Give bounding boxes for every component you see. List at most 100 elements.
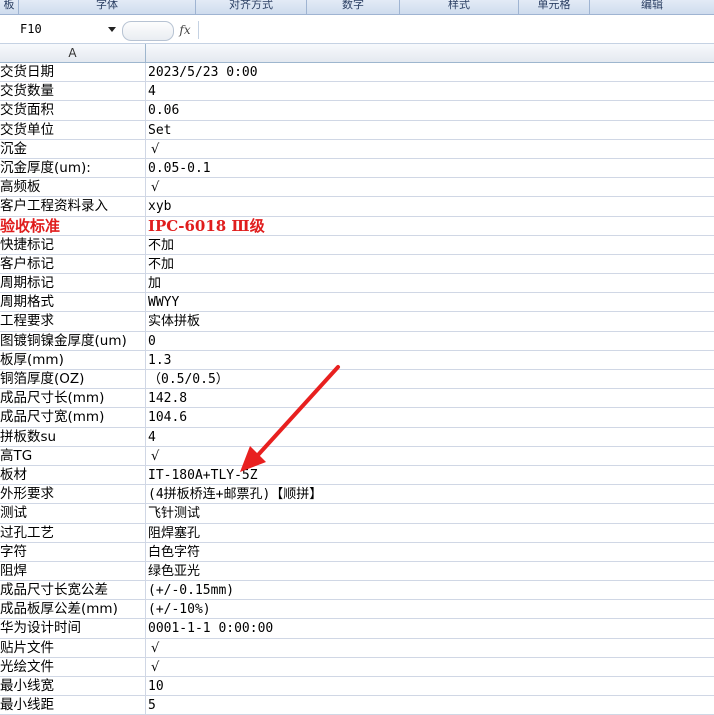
column-header-a[interactable]: A	[0, 44, 146, 62]
table-row: 验收标准 IPC-6018 Ⅲ级	[0, 216, 714, 236]
ribbon-group-strip: 板 字体 对齐方式 数字 样式 单元格 编辑	[0, 0, 714, 15]
label-cell[interactable]: 周期格式	[0, 293, 146, 313]
label-cell[interactable]: 成品尺寸长宽公差	[0, 581, 146, 601]
label-cell[interactable]: 客户工程资料录入	[0, 197, 146, 217]
value-cell[interactable]: xyb	[148, 197, 714, 216]
checkmark-cell[interactable]: √	[148, 140, 714, 159]
value-cell[interactable]: 加	[148, 274, 714, 293]
value-cell[interactable]: (4拼板桥连+邮票孔)【顺拼】	[148, 485, 714, 504]
table-row: 光绘文件 √	[0, 657, 714, 677]
value-cell[interactable]: 4	[148, 428, 714, 447]
value-cell[interactable]: 白色字符	[148, 543, 714, 562]
ribbon-group-number[interactable]: 数字	[307, 0, 400, 14]
label-cell[interactable]: 铜箔厚度(OZ)	[0, 370, 146, 389]
label-cell[interactable]: 高TG	[0, 446, 146, 466]
value-cell[interactable]: 0	[148, 332, 714, 351]
value-cell[interactable]: 104.6	[148, 408, 714, 427]
table-row: 贴片文件 √	[0, 638, 714, 658]
value-cell[interactable]: 142.8	[148, 389, 714, 408]
label-cell[interactable]: 拼板数su	[0, 427, 146, 447]
ribbon-group-clipboard[interactable]: 板	[0, 0, 19, 14]
ribbon-group-font[interactable]: 字体	[19, 0, 196, 14]
value-cell[interactable]: 绿色亚光	[148, 562, 714, 581]
value-cell[interactable]: 2023/5/23 0:00	[148, 63, 714, 82]
label-cell[interactable]: 沉金	[0, 139, 146, 159]
label-cell[interactable]: 光绘文件	[0, 657, 146, 677]
label-cell[interactable]: 贴片文件	[0, 638, 146, 658]
value-cell[interactable]: WWYY	[148, 293, 714, 312]
label-cell[interactable]: 交货面积	[0, 101, 146, 121]
label-cell[interactable]: 最小线距	[0, 696, 146, 715]
label-cell[interactable]: 图镀铜镍金厚度(um)	[0, 331, 146, 351]
table-row: 成品尺寸长宽公差 (+/-0.15mm)	[0, 581, 714, 601]
checkmark-cell[interactable]: √	[148, 658, 714, 677]
label-cell-highlight[interactable]: 验收标准	[0, 216, 146, 236]
label-cell[interactable]: 外形要求	[0, 485, 146, 505]
table-row: 交货日期 2023/5/23 0:00	[0, 63, 714, 83]
table-row: 铜箔厚度(OZ) （0.5/0.5）	[0, 370, 714, 390]
table-row: 测试 飞针测试	[0, 504, 714, 524]
value-cell-highlight[interactable]: IPC-6018 Ⅲ级	[148, 217, 714, 236]
ribbon-group-editing[interactable]: 编辑	[590, 0, 714, 14]
checkmark-cell[interactable]: √	[148, 178, 714, 197]
label-cell[interactable]: 过孔工艺	[0, 523, 146, 543]
label-cell[interactable]: 测试	[0, 504, 146, 524]
label-cell[interactable]: 成品尺寸宽(mm)	[0, 408, 146, 428]
value-cell[interactable]: Set	[148, 121, 714, 140]
value-cell[interactable]: 飞针测试	[148, 504, 714, 523]
ribbon-group-alignment[interactable]: 对齐方式	[196, 0, 307, 14]
label-cell[interactable]: 交货数量	[0, 82, 146, 102]
value-cell[interactable]: 不加	[148, 255, 714, 274]
value-cell[interactable]: (+/-10%)	[148, 600, 714, 619]
value-cell[interactable]: 5	[148, 696, 714, 715]
insert-function-icon[interactable]: fx	[172, 21, 199, 39]
ribbon-group-styles[interactable]: 样式	[400, 0, 519, 14]
value-cell[interactable]: 不加	[148, 236, 714, 255]
label-cell[interactable]: 板材	[0, 465, 146, 485]
formula-bar: F10 fx	[0, 15, 714, 44]
value-cell[interactable]: （0.5/0.5）	[148, 370, 714, 389]
name-box[interactable]: F10	[0, 19, 118, 39]
table-row: 板厚(mm) 1.3	[0, 350, 714, 370]
value-cell[interactable]: 0.05-0.1	[148, 159, 714, 178]
label-cell[interactable]: 成品尺寸长(mm)	[0, 389, 146, 409]
table-row: 周期格式 WWYY	[0, 293, 714, 313]
table-row: 拼板数su 4	[0, 427, 714, 447]
label-cell[interactable]: 高频板	[0, 178, 146, 198]
checkmark-cell[interactable]: √	[148, 447, 714, 466]
value-cell[interactable]: 10	[148, 677, 714, 696]
label-cell[interactable]: 工程要求	[0, 312, 146, 332]
value-cell[interactable]: IT-180A+TLY-5Z	[148, 466, 714, 485]
table-row: 过孔工艺 阻焊塞孔	[0, 523, 714, 543]
table-row: 交货数量 4	[0, 82, 714, 102]
checkmark-cell[interactable]: √	[148, 639, 714, 658]
value-cell[interactable]: 0.06	[148, 101, 714, 120]
label-cell[interactable]: 字符	[0, 542, 146, 562]
value-cell[interactable]: (+/-0.15mm)	[148, 581, 714, 600]
label-cell[interactable]: 交货日期	[0, 63, 146, 82]
formula-input[interactable]	[199, 19, 714, 39]
table-row: 最小线距 5	[0, 696, 714, 715]
chevron-down-icon[interactable]	[108, 27, 116, 32]
label-cell[interactable]: 成品板厚公差(mm)	[0, 600, 146, 620]
label-cell[interactable]: 沉金厚度(um):	[0, 158, 146, 178]
column-header-b[interactable]	[146, 44, 714, 62]
value-cell[interactable]: 0001-1-1 0:00:00	[148, 619, 714, 638]
value-cell[interactable]: 阻焊塞孔	[148, 524, 714, 543]
label-cell[interactable]: 客户标记	[0, 254, 146, 274]
table-row: 成品尺寸宽(mm) 104.6	[0, 408, 714, 428]
value-cell[interactable]: 实体拼板	[148, 312, 714, 331]
label-cell[interactable]: 华为设计时间	[0, 619, 146, 639]
label-cell[interactable]: 交货单位	[0, 120, 146, 140]
label-cell[interactable]: 快捷标记	[0, 235, 146, 255]
table-row: 成品尺寸长(mm) 142.8	[0, 389, 714, 409]
label-cell[interactable]: 最小线宽	[0, 677, 146, 696]
table-row: 快捷标记 不加	[0, 235, 714, 255]
value-cell[interactable]: 4	[148, 82, 714, 101]
label-cell[interactable]: 周期标记	[0, 274, 146, 294]
ribbon-group-cells[interactable]: 单元格	[519, 0, 590, 14]
label-cell[interactable]: 板厚(mm)	[0, 350, 146, 370]
value-cell[interactable]: 1.3	[148, 351, 714, 370]
label-cell[interactable]: 阻焊	[0, 561, 146, 581]
formula-bar-resize-handle[interactable]	[122, 21, 174, 41]
